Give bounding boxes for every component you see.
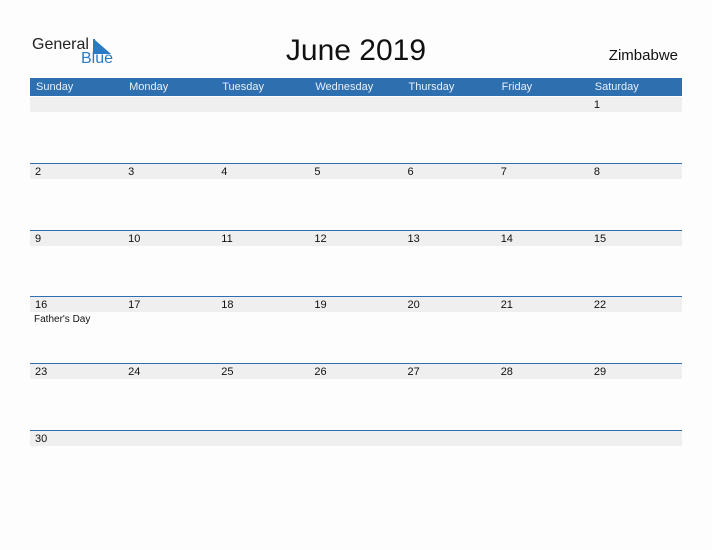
week-row: 16 Father's Day 17 18 19 20 21 22 <box>30 296 682 364</box>
holiday-label: Father's Day <box>34 314 91 325</box>
week-row: 23 24 25 26 27 28 29 <box>30 363 682 431</box>
day-number: 11 <box>221 233 233 245</box>
day-cell[interactable]: 18 <box>216 297 309 363</box>
day-number: 15 <box>593 233 607 245</box>
week-row: 30 <box>30 430 682 498</box>
day-cell[interactable]: 15 <box>589 231 682 297</box>
day-number: 29 <box>593 366 607 378</box>
day-cell[interactable] <box>496 97 589 163</box>
day-cell[interactable]: 5 <box>309 164 402 230</box>
week-row: 9 10 11 12 13 14 15 <box>30 230 682 298</box>
day-cell[interactable]: 9 <box>30 231 123 297</box>
day-number: 9 <box>35 233 42 245</box>
day-cell[interactable] <box>123 431 216 497</box>
day-cell[interactable]: 28 <box>496 364 589 430</box>
day-number: 20 <box>407 299 420 311</box>
weekday-tuesday: Tuesday <box>222 81 265 93</box>
day-cell[interactable]: 8 <box>589 164 682 230</box>
weekday-sunday: Sunday <box>36 81 74 93</box>
day-number: 6 <box>407 166 414 178</box>
weekday-wednesday: Wednesday <box>315 81 374 93</box>
day-number: 19 <box>314 299 327 311</box>
day-number: 22 <box>593 299 607 311</box>
day-cell[interactable]: 20 <box>403 297 496 363</box>
day-cell[interactable] <box>403 97 496 163</box>
day-cell[interactable] <box>589 431 682 497</box>
day-cell[interactable]: 24 <box>123 364 216 430</box>
day-cell[interactable]: 2 <box>30 164 123 230</box>
day-cell[interactable] <box>496 431 589 497</box>
country-label: Zimbabwe <box>608 47 678 64</box>
weekday-thursday: Thursday <box>408 81 455 93</box>
day-cell[interactable]: 1 <box>589 97 682 163</box>
day-number: 16 <box>35 299 48 311</box>
day-cell[interactable]: 7 <box>496 164 589 230</box>
day-cell[interactable] <box>216 431 309 497</box>
day-cell[interactable]: 14 <box>496 231 589 297</box>
day-cell[interactable]: 29 <box>589 364 682 430</box>
day-cell[interactable] <box>30 97 123 163</box>
day-cell[interactable]: 19 <box>309 297 402 363</box>
day-number: 18 <box>221 299 234 311</box>
calendar-title: June 2019 <box>285 34 427 67</box>
day-number: 25 <box>221 366 234 378</box>
day-cell[interactable]: 21 <box>496 297 589 363</box>
day-cell[interactable]: 30 <box>30 431 123 497</box>
day-number: 27 <box>407 366 420 378</box>
day-number: 3 <box>128 166 135 178</box>
day-number: 12 <box>314 233 327 245</box>
day-number: 21 <box>500 299 513 311</box>
day-number: 24 <box>128 366 141 378</box>
day-cell[interactable]: 16 Father's Day <box>30 297 123 363</box>
day-number: 28 <box>500 366 513 378</box>
day-cell[interactable] <box>403 431 496 497</box>
day-cell[interactable] <box>216 97 309 163</box>
day-cell[interactable]: 27 <box>403 364 496 430</box>
day-cell[interactable] <box>309 97 402 163</box>
day-cell[interactable]: 23 <box>30 364 123 430</box>
day-cell[interactable]: 25 <box>216 364 309 430</box>
day-number: 8 <box>593 166 600 178</box>
week-row: 2 3 4 5 6 7 8 <box>30 163 682 231</box>
day-cell[interactable]: 12 <box>309 231 402 297</box>
day-number: 1 <box>593 99 600 111</box>
weekday-header: Sunday Monday Tuesday Wednesday Thursday… <box>30 78 682 96</box>
day-number: 23 <box>35 366 48 378</box>
weekday-friday: Friday <box>501 81 533 93</box>
day-number: 5 <box>314 166 321 178</box>
day-cell[interactable]: 4 <box>216 164 309 230</box>
day-cell[interactable]: 11 <box>216 231 309 297</box>
day-cell[interactable]: 17 <box>123 297 216 363</box>
day-cell[interactable]: 26 <box>309 364 402 430</box>
day-cell[interactable]: 3 <box>123 164 216 230</box>
weekday-monday: Monday <box>129 81 169 93</box>
day-number: 10 <box>128 233 141 245</box>
day-number: 17 <box>128 299 141 311</box>
day-number: 7 <box>500 166 507 178</box>
day-number: 2 <box>35 166 42 178</box>
day-number: 30 <box>35 433 48 445</box>
day-number: 13 <box>407 233 420 245</box>
day-number: 4 <box>221 166 228 178</box>
day-number: 14 <box>500 233 513 245</box>
day-cell[interactable] <box>309 431 402 497</box>
day-cell[interactable] <box>123 97 216 163</box>
day-cell[interactable]: 13 <box>403 231 496 297</box>
day-cell[interactable]: 22 <box>589 297 682 363</box>
weekday-saturday: Saturday <box>594 81 639 93</box>
day-cell[interactable]: 10 <box>123 231 216 297</box>
day-cell[interactable]: 6 <box>403 164 496 230</box>
day-number: 26 <box>314 366 327 378</box>
week-row: 1 <box>30 97 682 164</box>
